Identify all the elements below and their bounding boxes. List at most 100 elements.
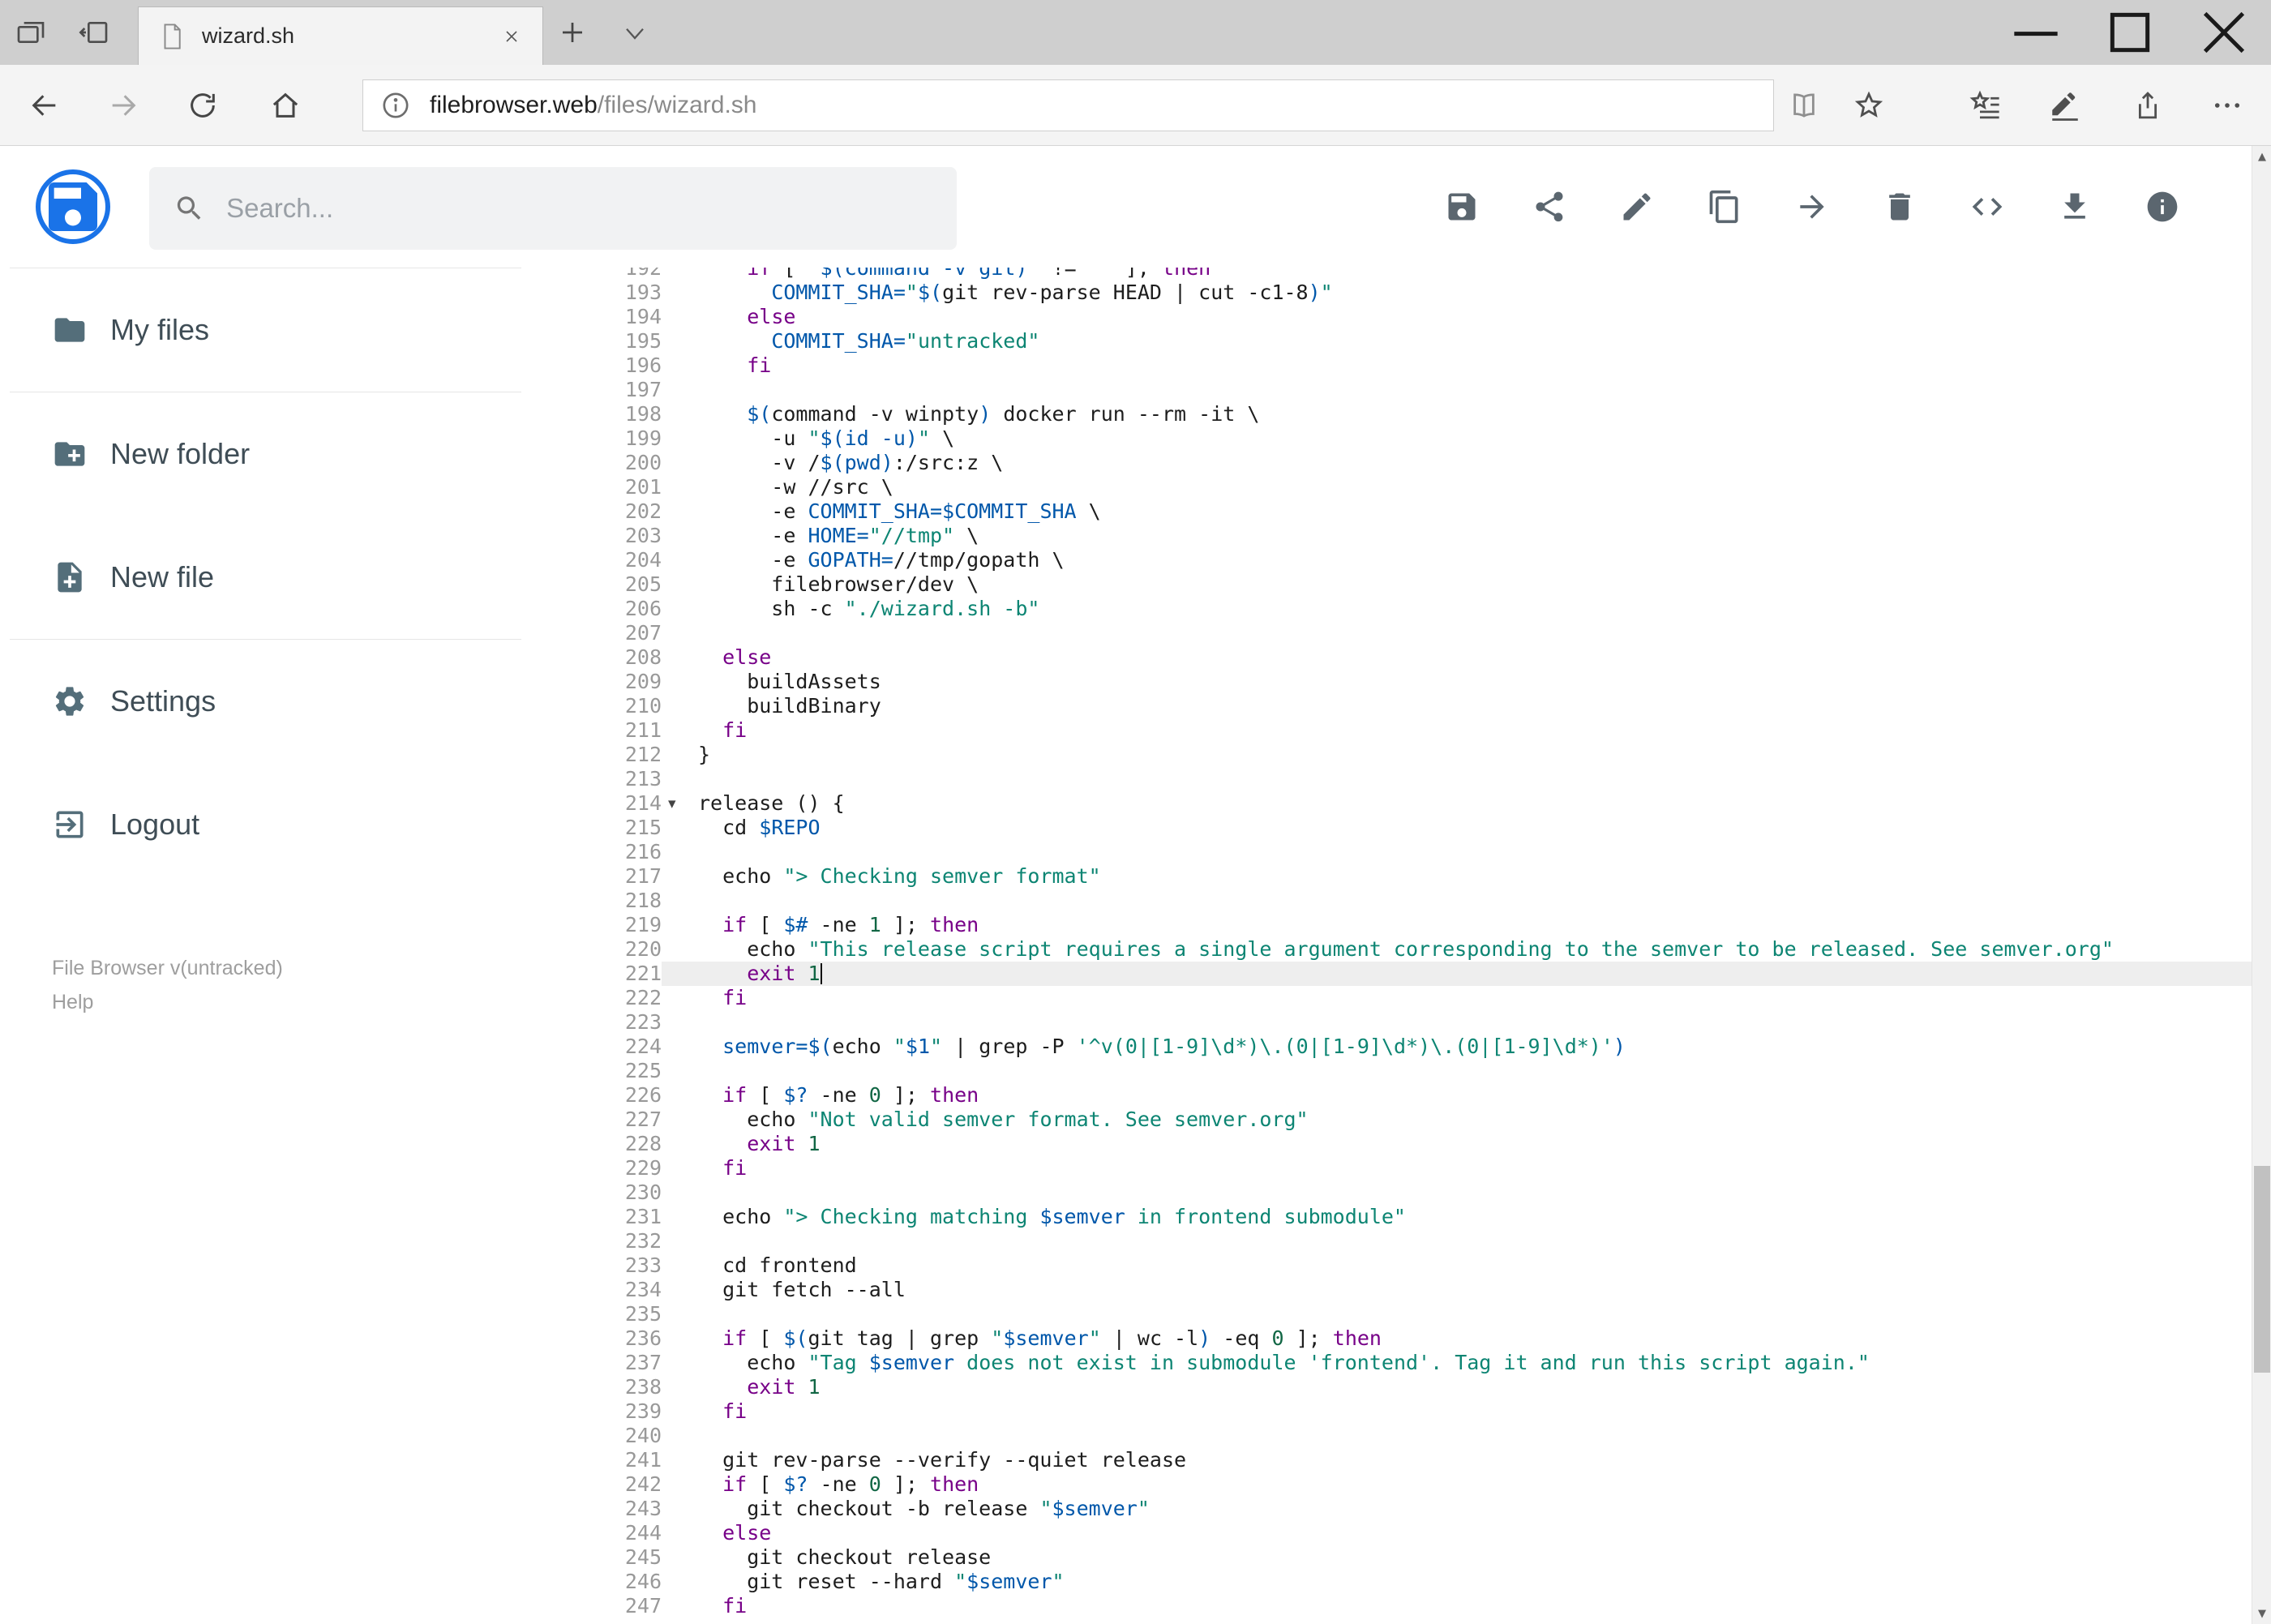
code-line[interactable]: 207 (584, 621, 2252, 645)
code-line[interactable]: 204 -e GOPATH=//tmp/gopath \ (584, 548, 2252, 572)
browser-tab[interactable]: wizard.sh (138, 6, 543, 65)
code-line[interactable]: 200 -v /$(pwd):/src:z \ (584, 451, 2252, 475)
code-line[interactable]: 229 fi (584, 1156, 2252, 1181)
search-input[interactable] (226, 193, 932, 224)
code-line[interactable]: 211 fi (584, 718, 2252, 743)
code-line[interactable]: 197 (584, 378, 2252, 402)
forward-button[interactable] (107, 89, 139, 122)
code-editor[interactable]: 192 if [ "$(command -v git)" != "" ]; th… (584, 268, 2252, 1624)
code-line[interactable]: 244 else (584, 1521, 2252, 1545)
code-line[interactable]: 201 -w //src \ (584, 475, 2252, 499)
minimize-button[interactable] (1989, 0, 2083, 65)
code-line[interactable]: 209 buildAssets (584, 670, 2252, 694)
code-line[interactable]: 218 (584, 889, 2252, 913)
maximize-button[interactable] (2083, 0, 2177, 65)
code-line[interactable]: 202 -e COMMIT_SHA=$COMMIT_SHA \ (584, 499, 2252, 524)
download-button[interactable] (2057, 189, 2093, 225)
code-line[interactable]: 237 echo "Tag $semver does not exist in … (584, 1351, 2252, 1375)
code-line[interactable]: 228 exit 1 (584, 1132, 2252, 1156)
code-line[interactable]: 242 if [ $? -ne 0 ]; then (584, 1472, 2252, 1497)
web-note-pen-icon[interactable] (2048, 88, 2082, 122)
sidebar-item-my-files[interactable]: My files (0, 268, 584, 392)
code-line[interactable]: 223 (584, 1010, 2252, 1035)
new-tab-button[interactable] (558, 18, 587, 47)
sidebar-item-logout[interactable]: Logout (0, 763, 584, 886)
delete-button[interactable] (1882, 189, 1917, 225)
code-line[interactable]: 247 fi (584, 1594, 2252, 1618)
code-line[interactable]: 198 $(command -v winpty) docker run --rm… (584, 402, 2252, 426)
scroll-down-icon[interactable]: ▼ (2252, 1603, 2271, 1624)
code-line[interactable]: 193 COMMIT_SHA="$(git rev-parse HEAD | c… (584, 281, 2252, 305)
code-line[interactable]: 212} (584, 743, 2252, 767)
code-line[interactable]: 214 ▾ release () { (584, 791, 2252, 816)
code-line[interactable]: 196 fi (584, 354, 2252, 378)
code-line[interactable]: 246 git reset --hard "$semver" (584, 1570, 2252, 1594)
code-line[interactable]: 195 COMMIT_SHA="untracked" (584, 329, 2252, 354)
code-line[interactable]: 234 git fetch --all (584, 1278, 2252, 1302)
code-line[interactable]: 206 sh -c "./wizard.sh -b" (584, 597, 2252, 621)
code-line[interactable]: 203 -e HOME="//tmp" \ (584, 524, 2252, 548)
code-line[interactable]: 226 if [ $? -ne 0 ]; then (584, 1083, 2252, 1108)
close-window-button[interactable] (2177, 0, 2271, 65)
code-line[interactable]: 232 (584, 1229, 2252, 1253)
refresh-button[interactable] (186, 89, 219, 122)
code-line[interactable]: 192 if [ "$(command -v git)" != "" ]; th… (584, 268, 2252, 281)
move-button[interactable] (1794, 189, 1830, 225)
code-line[interactable]: 205 filebrowser/dev \ (584, 572, 2252, 597)
url-field[interactable]: filebrowser.web/files/wizard.sh (362, 79, 1774, 131)
tab-close-icon[interactable] (502, 27, 521, 46)
code-line[interactable]: 243 git checkout -b release "$semver" (584, 1497, 2252, 1521)
code-line[interactable]: 215 cd $REPO (584, 816, 2252, 840)
code-line[interactable]: 219 if [ $# -ne 1 ]; then (584, 913, 2252, 937)
home-button[interactable] (269, 89, 302, 122)
sidebar-item-new-file[interactable]: New file (0, 516, 584, 639)
reading-view-icon[interactable] (1787, 88, 1821, 122)
code-line[interactable]: 245 git checkout release (584, 1545, 2252, 1570)
code-line[interactable]: 240 (584, 1424, 2252, 1448)
code-line[interactable]: 216 (584, 840, 2252, 864)
code-line[interactable]: 230 (584, 1181, 2252, 1205)
code-line[interactable]: 241 git rev-parse --verify --quiet relea… (584, 1448, 2252, 1472)
code-line[interactable]: 220 echo "This release script requires a… (584, 937, 2252, 962)
code-line[interactable]: 235 (584, 1302, 2252, 1326)
share-button[interactable] (1532, 189, 1567, 225)
code-line[interactable]: 194 else (584, 305, 2252, 329)
code-line[interactable]: 239 fi (584, 1399, 2252, 1424)
code-line[interactable]: 238 exit 1 (584, 1375, 2252, 1399)
save-button[interactable] (1444, 189, 1480, 225)
tab-preview-icon[interactable] (15, 16, 47, 49)
code-line[interactable]: 208 else (584, 645, 2252, 670)
copy-button[interactable] (1707, 189, 1742, 225)
sidebar-item-settings[interactable]: Settings (0, 640, 584, 763)
scrollbar-thumb[interactable] (2254, 1165, 2270, 1373)
console-button[interactable] (1969, 189, 2005, 225)
set-tabs-aside-icon[interactable] (78, 16, 110, 49)
code-line[interactable]: 199 -u "$(id -u)" \ (584, 426, 2252, 451)
back-button[interactable] (28, 89, 61, 122)
help-link[interactable]: Help (52, 985, 584, 1019)
code-line[interactable]: 231 echo "> Checking matching $semver in… (584, 1205, 2252, 1229)
code-line[interactable]: 225 (584, 1059, 2252, 1083)
tab-list-chevron-icon[interactable] (623, 24, 647, 44)
fold-marker-icon[interactable]: ▾ (668, 791, 676, 816)
favorite-star-icon[interactable] (1852, 88, 1886, 122)
hub-favorites-icon[interactable] (1969, 88, 2003, 122)
sidebar-item-new-folder[interactable]: New folder (0, 392, 584, 516)
search-box[interactable] (149, 167, 957, 250)
code-line[interactable]: 224 semver=$(echo "$1" | grep -P '^v(0|[… (584, 1035, 2252, 1059)
code-line[interactable]: 233 cd frontend (584, 1253, 2252, 1278)
code-line[interactable]: 217 echo "> Checking semver format" (584, 864, 2252, 889)
code-line[interactable]: 213 (584, 767, 2252, 791)
code-line[interactable]: 236 if [ $(git tag | grep "$semver" | wc… (584, 1326, 2252, 1351)
vertical-scrollbar[interactable]: ▲ ▼ (2252, 146, 2271, 1624)
share-page-icon[interactable] (2131, 88, 2165, 122)
info-button[interactable] (2145, 189, 2180, 225)
more-menu-icon[interactable] (2210, 88, 2244, 122)
code-line[interactable]: 222 fi (584, 986, 2252, 1010)
scroll-up-icon[interactable]: ▲ (2252, 146, 2271, 167)
code-line[interactable]: 210 buildBinary (584, 694, 2252, 718)
site-info-icon[interactable] (379, 89, 412, 122)
rename-button[interactable] (1619, 189, 1655, 225)
code-line[interactable]: 221 exit 1 (584, 962, 2252, 986)
code-line[interactable]: 227 echo "Not valid semver format. See s… (584, 1108, 2252, 1132)
